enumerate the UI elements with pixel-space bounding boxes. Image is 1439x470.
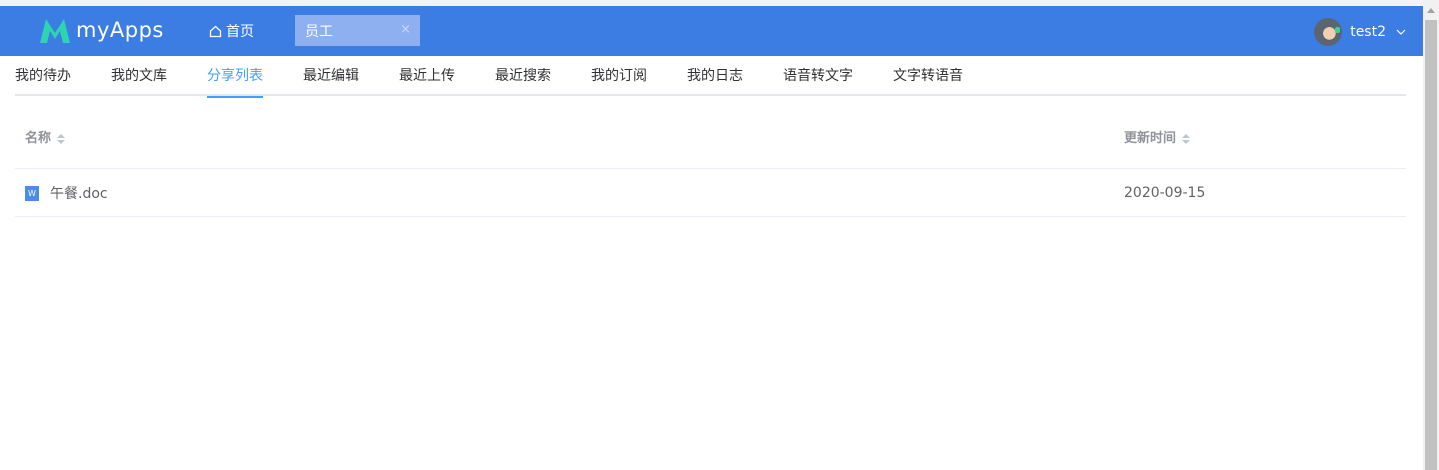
tab-nav: 我的待办 我的文库 分享列表 最近编辑 最近上传 最近搜索 我的订阅 我的日志 …	[15, 56, 1406, 98]
table-row[interactable]: W 午餐.doc 2020-09-15	[15, 169, 1406, 217]
vertical-scrollbar[interactable]	[1423, 0, 1439, 470]
file-name-cell[interactable]: W 午餐.doc	[25, 169, 108, 217]
tab-recent-edits[interactable]: 最近编辑	[303, 56, 359, 96]
tab-employee[interactable]: 员工 ×	[295, 15, 420, 46]
avatar	[1314, 18, 1343, 46]
column-name-label: 名称	[25, 131, 52, 146]
tab-my-logs[interactable]: 我的日志	[687, 56, 743, 96]
tab-my-subscriptions[interactable]: 我的订阅	[591, 56, 647, 96]
tab-recent-searches[interactable]: 最近搜索	[495, 56, 551, 96]
user-name: test2	[1350, 24, 1386, 40]
updated-date: 2020-09-15	[1124, 185, 1206, 201]
app-viewport: myApps 首页 员工 × test2 我的待办 我的文库 分享列表 最近编辑…	[0, 0, 1423, 470]
column-updated-header[interactable]: 更新时间	[1124, 108, 1191, 169]
tab-employee-label: 员工	[305, 23, 333, 40]
file-name[interactable]: 午餐.doc	[50, 183, 108, 203]
updated-cell: 2020-09-15	[1124, 169, 1205, 217]
home-icon	[209, 25, 222, 37]
column-name-header[interactable]: 名称	[25, 108, 66, 169]
myapps-logo-icon	[40, 19, 70, 43]
sort-icon[interactable]	[57, 133, 66, 144]
home-link[interactable]: 首页	[209, 21, 254, 41]
word-doc-icon: W	[25, 186, 39, 201]
tab-share-list[interactable]: 分享列表	[207, 56, 263, 98]
tab-text-to-speech[interactable]: 文字转语音	[893, 56, 963, 96]
sort-icon[interactable]	[1182, 133, 1191, 144]
user-menu[interactable]: test2	[1314, 17, 1406, 47]
app-name: myApps	[76, 18, 164, 42]
chevron-down-icon	[1396, 29, 1406, 35]
app-header: myApps 首页 员工 × test2	[0, 6, 1423, 56]
tab-my-library[interactable]: 我的文库	[111, 56, 167, 96]
tab-speech-to-text[interactable]: 语音转文字	[783, 56, 853, 96]
app-logo[interactable]: myApps	[38, 15, 164, 45]
scroll-thumb[interactable]	[1425, 20, 1437, 470]
column-updated-label: 更新时间	[1124, 131, 1177, 146]
tab-my-todo[interactable]: 我的待办	[15, 56, 71, 96]
scroll-up-icon[interactable]	[1427, 8, 1435, 13]
home-label: 首页	[226, 24, 254, 40]
table-header: 名称 更新时间	[15, 108, 1406, 169]
tab-recent-uploads[interactable]: 最近上传	[399, 56, 455, 96]
close-icon[interactable]: ×	[400, 22, 411, 37]
